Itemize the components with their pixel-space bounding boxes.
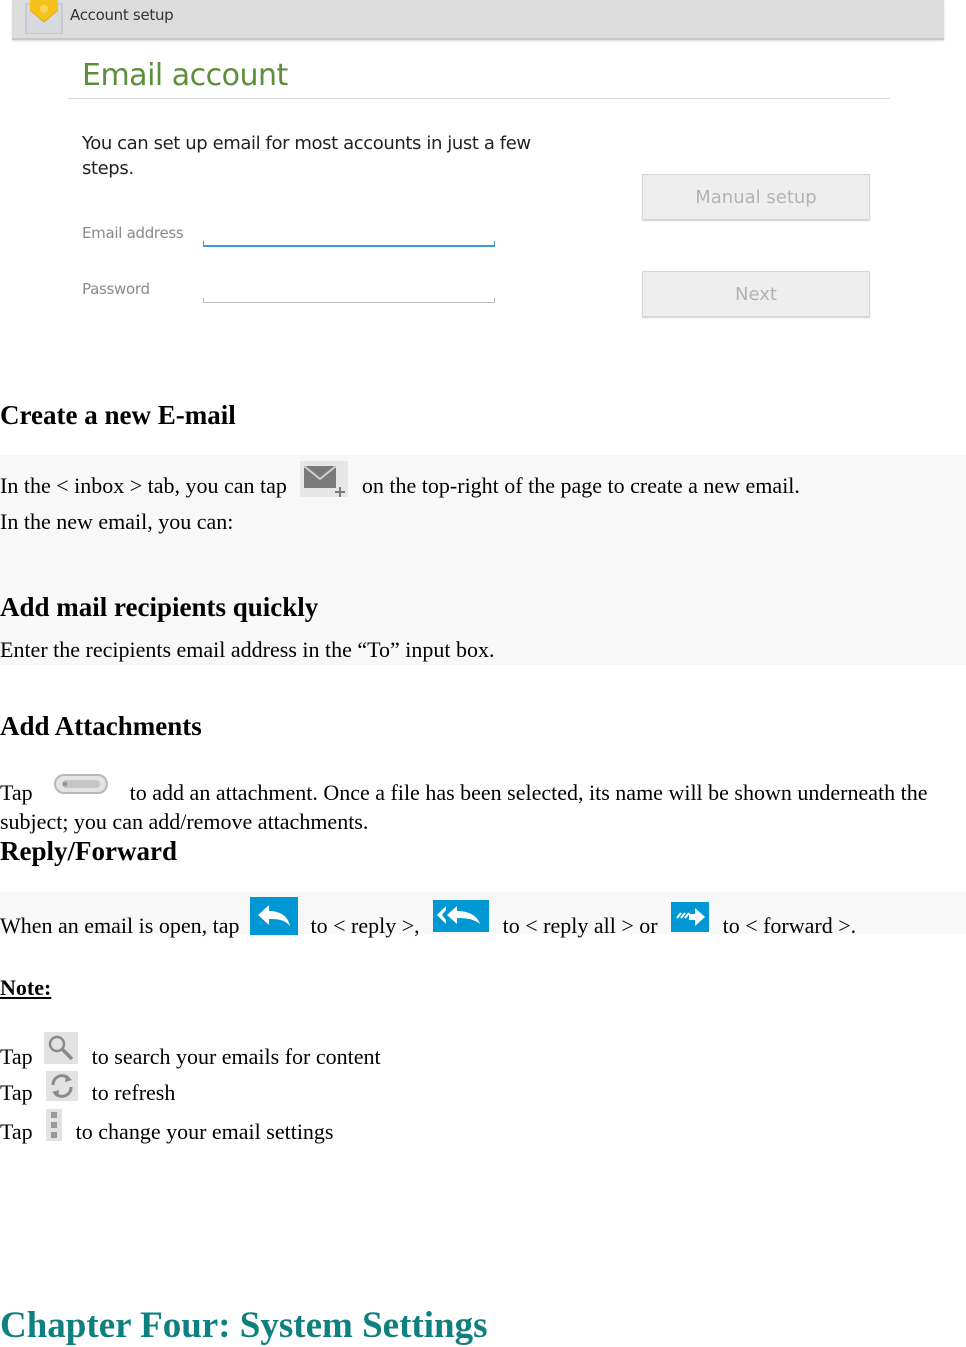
- note-heading: Note:: [0, 975, 52, 1000]
- note-tap: Tap: [0, 1080, 33, 1106]
- create-line1-after: on the top-right of the page to create a…: [361, 473, 800, 499]
- create-email-line2: In the new email, you can:: [0, 509, 234, 534]
- reply-part2: to < reply >,: [310, 913, 420, 939]
- password-label: Password: [82, 280, 150, 298]
- note-tap: Tap: [0, 1119, 33, 1145]
- email-address-label: Email address: [82, 224, 184, 242]
- reply-icon: [249, 897, 298, 941]
- attachments-line1: Tap to add an attachment. Once a file ha…: [0, 774, 928, 810]
- recipients-heading: Add mail recipients quickly: [0, 592, 319, 622]
- recipients-body: Enter the recipients email address in th…: [0, 637, 495, 662]
- create-line1-before: In the < inbox > tab, you can tap: [0, 473, 287, 499]
- manual-setup-button[interactable]: Manual setup: [642, 174, 870, 220]
- attachments-line2: subject; you can add/remove attachments.: [0, 809, 369, 834]
- note-tap: Tap: [0, 1044, 33, 1070]
- chapter-heading: Chapter Four: System Settings: [0, 1305, 488, 1346]
- next-button[interactable]: Next: [642, 271, 870, 317]
- forward-icon: [671, 902, 710, 938]
- note-text: to refresh: [91, 1080, 176, 1106]
- attachments-tap: Tap: [0, 780, 33, 806]
- account-setup-screenshot: Account setup Email account You can set …: [12, 0, 944, 340]
- attachments-heading: Add Attachments: [0, 711, 202, 741]
- reply-part4: to < forward >.: [722, 913, 857, 939]
- password-input[interactable]: [203, 298, 495, 303]
- action-bar: Account setup: [12, 0, 944, 40]
- create-email-heading: Create a new E-mail: [0, 400, 236, 430]
- reply-part1: When an email is open, tap: [0, 913, 240, 939]
- attachment-icon: [54, 772, 109, 802]
- note-item-settings: Tap to change your email settings: [0, 1109, 334, 1153]
- create-email-line1: In the < inbox > tab, you can tap on the…: [0, 461, 800, 509]
- search-icon: [44, 1032, 79, 1070]
- email-app-icon: [25, 0, 63, 34]
- heading-divider: [68, 98, 890, 99]
- refresh-icon: [46, 1071, 79, 1107]
- attachments-line1-after: to add an attachment. Once a file has be…: [129, 780, 928, 806]
- setup-intro-text: You can set up email for most accounts i…: [82, 133, 531, 179]
- email-address-input[interactable]: [203, 241, 495, 247]
- note-text: to change your email settings: [75, 1119, 334, 1145]
- reply-forward-heading: Reply/Forward: [0, 836, 177, 866]
- note-text: to search your emails for content: [91, 1044, 381, 1070]
- action-bar-title: Account setup: [70, 6, 174, 24]
- reply-part3: to < reply all > or: [502, 913, 658, 939]
- note-item-refresh: Tap to refresh: [0, 1071, 176, 1113]
- email-account-heading: Email account: [82, 58, 288, 93]
- overflow-menu-icon: [46, 1109, 63, 1147]
- compose-mail-icon: [300, 461, 349, 503]
- reply-all-icon: [433, 900, 490, 938]
- reply-forward-line: When an email is open, tap to < reply >,…: [0, 897, 857, 950]
